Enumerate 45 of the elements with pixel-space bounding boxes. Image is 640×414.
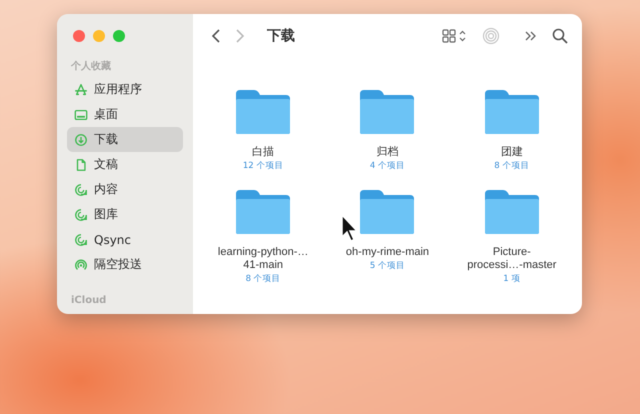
cloud-sync-icon: [74, 232, 88, 246]
folder-icon[interactable]: [234, 88, 292, 136]
download-icon: [74, 132, 88, 146]
folder-icon[interactable]: [482, 188, 541, 236]
item-count: 4 个项目: [370, 160, 406, 172]
window-title: 下载: [267, 27, 296, 45]
folder-name: 白描: [251, 146, 276, 159]
folder-name: 归档: [375, 146, 400, 159]
sidebar-section-title: 个人收藏: [71, 60, 112, 73]
item-count: 5 个项目: [370, 260, 406, 272]
airdrop-icon: [74, 258, 88, 272]
close-button[interactable]: [73, 30, 85, 42]
sidebar-item[interactable]: Qsync: [67, 227, 183, 252]
sidebar-item[interactable]: 隔空投送: [67, 252, 183, 277]
item-count: 8 个项目: [494, 160, 530, 172]
folder-name: learning-python-…41-main: [217, 246, 310, 272]
zoom-button[interactable]: [113, 30, 125, 42]
folder-name: oh-my-rime-main: [344, 246, 430, 259]
cloud-sync-icon: [74, 208, 88, 222]
folder-icon[interactable]: [358, 188, 416, 236]
airdrop-icon[interactable]: [482, 27, 500, 45]
folder-icon[interactable]: [482, 88, 541, 136]
document-icon: [74, 158, 88, 172]
cloud-sync-icon: [74, 182, 88, 196]
folder-icon[interactable]: [234, 188, 292, 236]
folder-name: 团建: [500, 146, 524, 159]
sidebar-section-title: iCloud: [71, 295, 108, 306]
sidebar-item[interactable]: 下载: [67, 127, 183, 152]
item-count: 1 项: [503, 273, 520, 285]
item-count: 8 个项目: [246, 273, 281, 285]
sidebar-item[interactable]: 内容: [67, 177, 183, 202]
item-count: 12 个项目: [242, 160, 284, 172]
grid-view-icon[interactable]: [442, 28, 468, 44]
search-icon[interactable]: [552, 28, 568, 44]
sidebar-item[interactable]: 桌面: [67, 102, 183, 127]
folder-icon[interactable]: [358, 88, 416, 136]
sidebar-item[interactable]: 文稿: [67, 152, 183, 177]
more-icon[interactable]: [524, 29, 538, 43]
forward-icon[interactable]: [235, 28, 245, 44]
folder-name: Picture-processi…-master: [466, 246, 558, 272]
app-store-icon: [74, 82, 88, 96]
sidebar-item[interactable]: 应用程序: [67, 77, 183, 102]
sidebar-item[interactable]: 图库: [67, 202, 183, 227]
back-icon[interactable]: [211, 28, 221, 44]
desktop-icon: [74, 108, 88, 122]
